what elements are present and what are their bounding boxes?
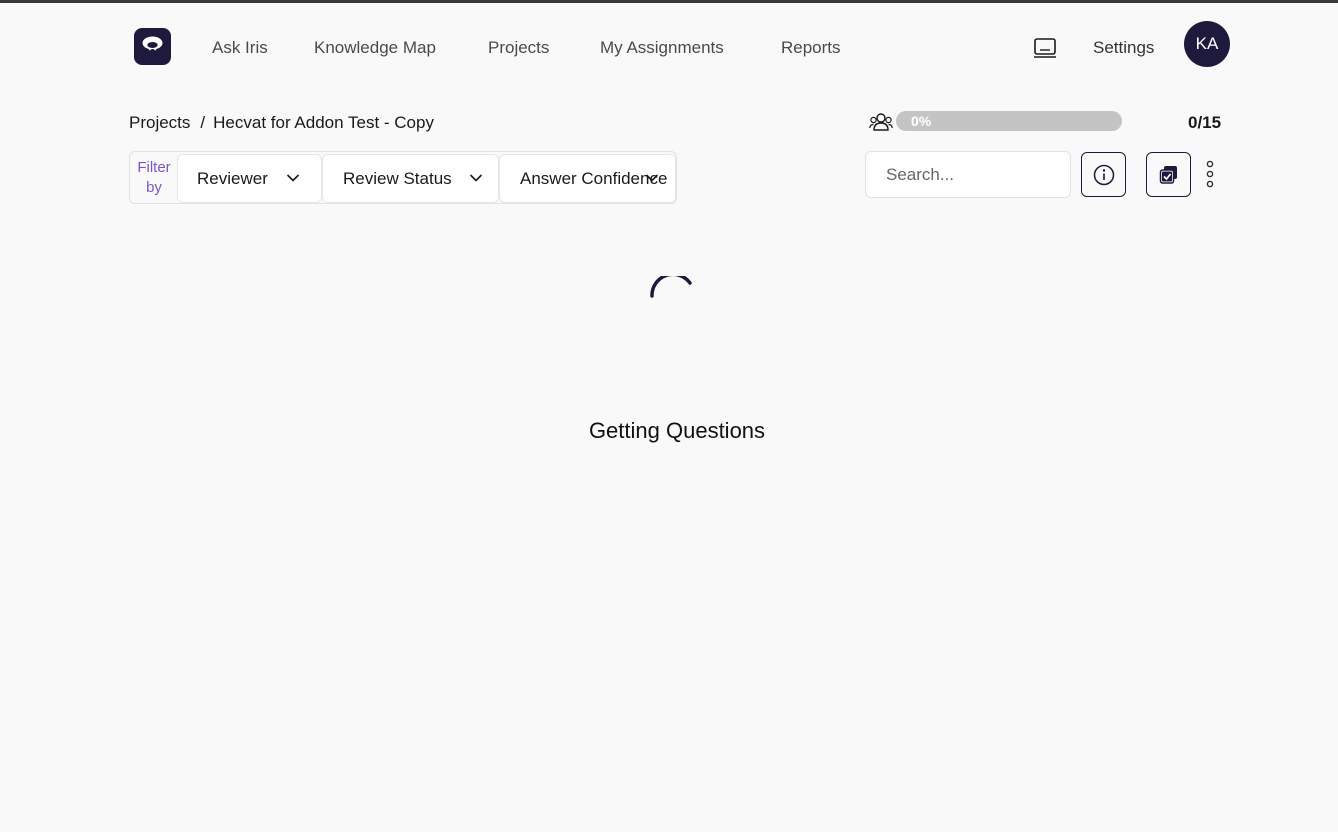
nav-reports[interactable]: Reports [781, 38, 841, 58]
chevron-down-icon [645, 174, 659, 182]
loading-message: Getting Questions [588, 418, 766, 443]
nav-projects[interactable]: Projects [488, 38, 549, 58]
review-status-filter-dropdown[interactable]: Review Status [322, 154, 499, 203]
search-input[interactable] [865, 151, 1071, 198]
progress-count: 0/15 [1188, 113, 1222, 132]
filter-bar: Filter by Reviewer Review Status Answer … [129, 151, 677, 204]
answer-confidence-filter-dropdown[interactable]: Answer Confidence [499, 154, 676, 203]
breadcrumb-separator: / [200, 113, 206, 132]
top-nav: Ask Iris Knowledge Map Projects My Assig… [0, 3, 1338, 89]
reviewer-filter-label: Reviewer [197, 168, 268, 188]
reviewer-filter-dropdown[interactable]: Reviewer [177, 154, 322, 203]
chevron-down-icon [469, 174, 483, 182]
progress-bar: 0% [896, 111, 1122, 131]
chevron-down-icon [286, 174, 300, 182]
people-icon [869, 111, 893, 133]
breadcrumb-projects-link[interactable]: Projects [129, 113, 190, 132]
filter-by-label: Filter by [137, 159, 171, 196]
loading-spinner [648, 272, 696, 324]
breadcrumb: Projects / Hecvat for Addon Test - Copy [129, 113, 434, 133]
more-vertical-icon[interactable] [1202, 160, 1218, 188]
iris-logo-icon[interactable] [134, 28, 171, 65]
info-button[interactable] [1081, 152, 1126, 197]
progress-percent: 0% [911, 113, 932, 129]
nav-my-assignments[interactable]: My Assignments [600, 38, 724, 58]
nav-settings[interactable]: Settings [1093, 38, 1154, 58]
breadcrumb-current: Hecvat for Addon Test - Copy [213, 113, 434, 132]
user-avatar[interactable]: KA [1184, 21, 1230, 67]
nav-ask-iris[interactable]: Ask Iris [212, 38, 268, 58]
copy-check-icon [1159, 166, 1177, 184]
nav-knowledge-map[interactable]: Knowledge Map [314, 38, 436, 58]
copy-check-button[interactable] [1146, 152, 1191, 197]
info-icon [1093, 164, 1115, 186]
review-status-filter-label: Review Status [343, 168, 452, 188]
laptop-icon[interactable] [1033, 37, 1057, 59]
